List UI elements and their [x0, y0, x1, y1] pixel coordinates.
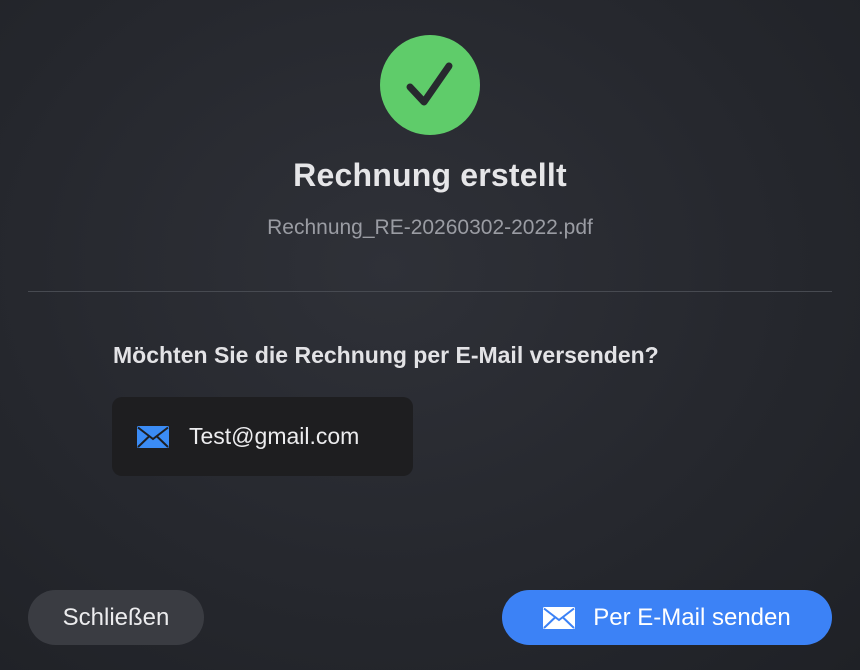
- close-button-label: Schließen: [62, 603, 170, 631]
- success-status-icon: [380, 35, 480, 135]
- file-name: Rechnung_RE-20260302-2022.pdf: [267, 216, 593, 239]
- checkmark-icon: [406, 62, 453, 106]
- envelope-icon: [543, 606, 576, 629]
- divider: [28, 291, 832, 292]
- recipient-email-chip[interactable]: Test@gmail.com: [112, 397, 413, 476]
- dialog-title: Rechnung erstellt: [293, 157, 567, 193]
- send-email-button-label: Per E-Mail senden: [593, 603, 791, 631]
- send-email-button[interactable]: Per E-Mail senden: [502, 590, 832, 645]
- envelope-icon: [137, 425, 169, 448]
- email-question: Möchten Sie die Rechnung per E-Mail vers…: [113, 342, 659, 368]
- recipient-email: Test@gmail.com: [189, 423, 360, 449]
- close-button[interactable]: Schließen: [28, 590, 204, 645]
